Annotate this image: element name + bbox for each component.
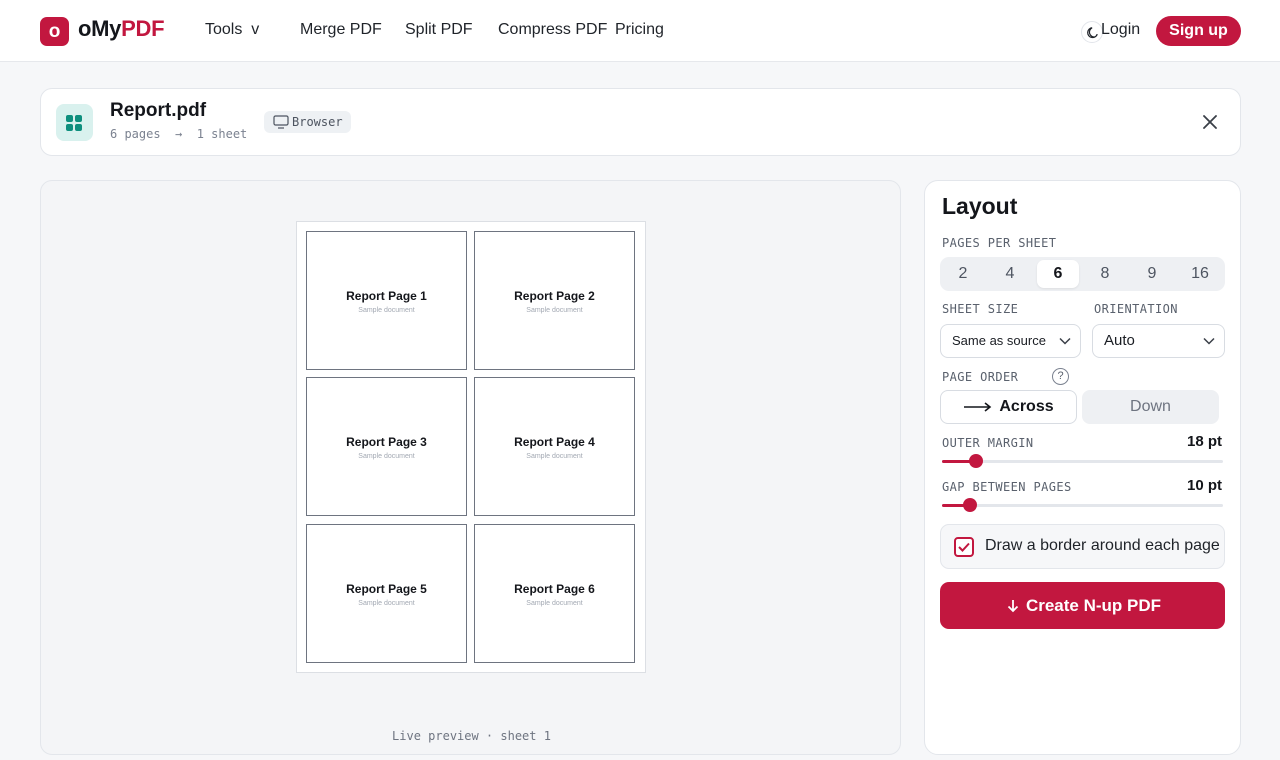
chevron-down-icon	[1059, 337, 1071, 345]
help-icon[interactable]: ?	[1052, 368, 1069, 385]
checkmark-icon	[958, 542, 970, 552]
border-checkbox[interactable]	[954, 537, 974, 557]
outer-margin-value: 18 pt	[1186, 433, 1222, 450]
preview-page: Report Page 1 Sample document	[306, 231, 467, 370]
signup-button[interactable]: Sign up	[1156, 16, 1241, 46]
outer-margin-slider[interactable]	[942, 454, 1223, 468]
orientation-value: Auto	[1104, 332, 1135, 349]
layout-panel: Layout PAGES PER SHEET 2 4 6 8 9 16 SHEE…	[924, 180, 1241, 755]
pages-per-sheet-selector: 2 4 6 8 9 16	[940, 257, 1225, 291]
brand-name-dark: oMy	[78, 16, 122, 41]
top-navbar: o oMyPDF Tools v Merge PDF Split PDF Com…	[0, 0, 1280, 62]
border-checkbox-row[interactable]: Draw a border around each page	[940, 524, 1225, 569]
nav-compress-pdf[interactable]: Compress PDF	[498, 21, 607, 39]
gap-label: GAP BETWEEN PAGES	[942, 480, 1072, 494]
processing-badge: Browser	[264, 111, 351, 133]
preview-page-subtitle: Sample document	[358, 453, 415, 460]
pages-per-sheet-option-9[interactable]: 9	[1131, 260, 1173, 288]
preview-page: Report Page 3 Sample document	[306, 377, 467, 516]
gap-slider-thumb[interactable]	[963, 498, 977, 512]
brand-name[interactable]: oMyPDF	[78, 16, 165, 42]
pages-per-sheet-option-8[interactable]: 8	[1084, 260, 1126, 288]
preview-page-subtitle: Sample document	[358, 307, 415, 314]
preview-page-subtitle: Sample document	[358, 600, 415, 607]
nav-pricing[interactable]: Pricing	[615, 21, 664, 39]
close-icon	[1203, 115, 1217, 129]
preview-page-title: Report Page 4	[514, 435, 595, 449]
outer-margin-slider-thumb[interactable]	[969, 454, 983, 468]
preview-page: Report Page 5 Sample document	[306, 524, 467, 663]
border-checkbox-label: Draw a border around each page	[985, 537, 1220, 554]
chevron-down-icon	[1203, 337, 1215, 345]
preview-caption: Live preview · sheet 1	[392, 729, 551, 743]
preview-page-title: Report Page 3	[346, 435, 427, 449]
preview-page-subtitle: Sample document	[526, 453, 583, 460]
logo-icon[interactable]: o	[40, 17, 69, 46]
preview-page-title: Report Page 2	[514, 289, 595, 303]
orientation-label: ORIENTATION	[1094, 302, 1178, 316]
create-nup-pdf-button[interactable]: Create N-up PDF	[940, 582, 1225, 629]
gap-slider[interactable]	[942, 498, 1223, 512]
preview-page-title: Report Page 6	[514, 582, 595, 596]
preview-page: Report Page 6 Sample document	[474, 524, 635, 663]
sheet-size-label: SHEET SIZE	[942, 302, 1019, 316]
pages-per-sheet-label: PAGES PER SHEET	[942, 236, 1057, 250]
sheet-size-value: Same as source	[952, 333, 1046, 348]
preview-page-subtitle: Sample document	[526, 600, 583, 607]
preview-sheet: Report Page 1 Sample document Report Pag…	[296, 221, 646, 673]
download-arrow-icon	[1007, 600, 1019, 613]
brand-name-accent: PDF	[121, 16, 165, 41]
nav-merge-pdf[interactable]: Merge PDF	[300, 21, 382, 39]
pages-per-sheet-option-2[interactable]: 2	[942, 260, 984, 288]
gap-value: 10 pt	[1186, 477, 1222, 494]
preview-page-title: Report Page 5	[346, 582, 427, 596]
pages-per-sheet-option-4[interactable]: 4	[989, 260, 1031, 288]
page-order-across-button[interactable]: Across	[940, 390, 1077, 424]
preview-page-subtitle: Sample document	[526, 307, 583, 314]
arrow-right-icon	[964, 402, 992, 412]
preview-page-title: Report Page 1	[346, 289, 427, 303]
pages-per-sheet-option-16[interactable]: 16	[1179, 260, 1221, 288]
layout-title: Layout	[942, 193, 1018, 219]
nup-grid-icon	[56, 104, 93, 141]
pages-per-sheet-option-6[interactable]: 6	[1037, 260, 1079, 288]
theme-toggle-moon-icon[interactable]	[1081, 21, 1103, 43]
file-name: Report.pdf	[110, 100, 207, 121]
login-link[interactable]: Login	[1101, 21, 1140, 39]
close-file-button[interactable]	[1199, 111, 1221, 133]
orientation-select[interactable]: Auto	[1092, 324, 1225, 358]
file-page-count: 6 pages → 1 sheet	[110, 127, 248, 141]
outer-margin-label: OUTER MARGIN	[942, 436, 1034, 450]
page-order-across-label: Across	[999, 398, 1054, 415]
nav-tools-dropdown[interactable]: Tools v	[205, 21, 259, 39]
monitor-icon	[273, 115, 289, 129]
create-nup-pdf-label: Create N-up PDF	[1025, 596, 1162, 615]
page-order-label: PAGE ORDER	[942, 370, 1019, 384]
preview-panel: Report Page 1 Sample document Report Pag…	[40, 180, 901, 755]
file-info-bar: Report.pdf 6 pages → 1 sheet Browser	[40, 88, 1241, 156]
nav-split-pdf[interactable]: Split PDF	[405, 21, 473, 39]
preview-page: Report Page 4 Sample document	[474, 377, 635, 516]
sheet-size-select[interactable]: Same as source	[940, 324, 1081, 358]
preview-page: Report Page 2 Sample document	[474, 231, 635, 370]
processing-badge-label: Browser	[292, 115, 343, 129]
page-order-down-button[interactable]: Down	[1082, 390, 1219, 424]
